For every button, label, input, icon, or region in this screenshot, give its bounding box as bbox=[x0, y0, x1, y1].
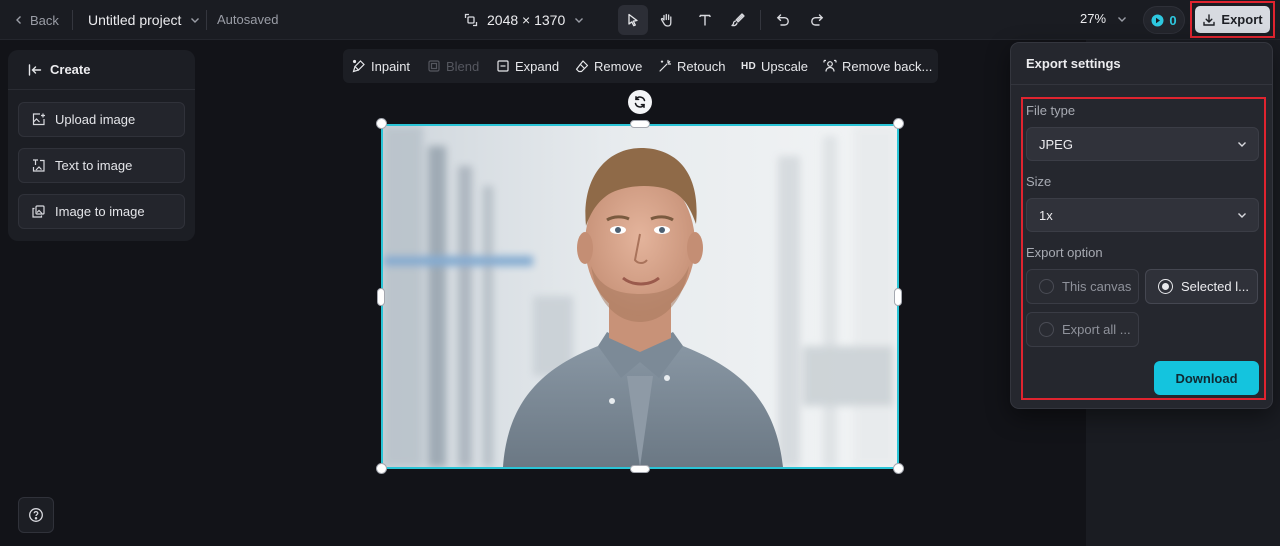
resize-handle-right[interactable] bbox=[894, 288, 902, 306]
chevron-left-icon bbox=[14, 15, 24, 25]
upload-image-icon bbox=[31, 112, 46, 127]
retouch-label: Retouch bbox=[677, 58, 726, 74]
brush-tool-button[interactable] bbox=[723, 5, 753, 35]
remove-background-label: Remove back... bbox=[842, 58, 933, 74]
zoom-dropdown[interactable]: 27% bbox=[1080, 11, 1128, 26]
export-settings-panel: Export settings File type JPEG Size 1x E… bbox=[1010, 42, 1273, 409]
undo-button[interactable] bbox=[768, 5, 798, 35]
redo-icon bbox=[809, 12, 825, 28]
back-button[interactable]: Back bbox=[14, 11, 59, 29]
remove-label: Remove bbox=[594, 58, 643, 74]
hd-icon: HD bbox=[741, 60, 757, 72]
text-to-image-icon bbox=[31, 158, 46, 173]
divider bbox=[206, 10, 207, 30]
image-to-image-label: Image to image bbox=[55, 204, 145, 219]
collapse-left-icon bbox=[28, 63, 42, 76]
select-icon bbox=[625, 12, 641, 28]
rotate-icon bbox=[633, 95, 647, 109]
text-to-image-button[interactable]: Text to image bbox=[18, 148, 185, 183]
inpaint-icon bbox=[352, 59, 366, 73]
help-icon bbox=[28, 507, 44, 523]
help-button[interactable] bbox=[18, 497, 54, 533]
expand-button[interactable]: Expand bbox=[496, 58, 559, 74]
brush-icon bbox=[730, 12, 746, 28]
retouch-button[interactable]: Retouch bbox=[658, 58, 725, 74]
back-label: Back bbox=[30, 12, 59, 28]
upscale-button[interactable]: HD Upscale bbox=[741, 58, 808, 74]
create-panel-title: Create bbox=[50, 62, 91, 77]
upscale-label: Upscale bbox=[761, 58, 809, 74]
resize-icon bbox=[463, 12, 479, 28]
credits-count: 0 bbox=[1169, 12, 1177, 28]
blend-button[interactable]: Blend bbox=[427, 58, 479, 74]
resize-handle-bottom[interactable] bbox=[630, 465, 650, 473]
divider bbox=[760, 10, 761, 30]
image-to-image-icon bbox=[31, 204, 46, 219]
select-tool-button[interactable] bbox=[618, 5, 648, 35]
hand-tool-button[interactable] bbox=[652, 5, 682, 35]
zoom-level: 27% bbox=[1080, 11, 1107, 26]
create-panel: Create Upload image Text to image Image … bbox=[8, 50, 195, 241]
canvas-toolbar: Inpaint Blend Expand Remove Retouch HD U… bbox=[343, 49, 938, 83]
top-bar: Back Untitled project Autosaved 2048 × 1… bbox=[0, 0, 1280, 40]
project-name: Untitled project bbox=[88, 12, 182, 28]
portrait-photo bbox=[383, 126, 897, 467]
hand-icon bbox=[659, 12, 675, 28]
remove-button[interactable]: Remove bbox=[575, 58, 642, 74]
export-settings-highlight bbox=[1021, 97, 1266, 400]
export-highlight: Export bbox=[1190, 1, 1275, 38]
chevron-down-icon bbox=[1116, 13, 1128, 25]
canvas-size: 2048 × 1370 bbox=[487, 12, 566, 28]
download-icon bbox=[1202, 13, 1216, 27]
resize-handle-left[interactable] bbox=[377, 288, 385, 306]
text-icon bbox=[697, 12, 713, 28]
resize-handle-top[interactable] bbox=[630, 120, 650, 128]
upload-image-button[interactable]: Upload image bbox=[18, 102, 185, 137]
export-settings-title: Export settings bbox=[1011, 43, 1272, 85]
rotate-handle[interactable] bbox=[628, 90, 652, 114]
export-label: Export bbox=[1221, 12, 1263, 27]
remove-background-icon bbox=[823, 59, 837, 73]
image-to-image-button[interactable]: Image to image bbox=[18, 194, 185, 229]
expand-label: Expand bbox=[515, 58, 560, 74]
selected-image[interactable] bbox=[381, 124, 899, 469]
create-panel-header[interactable]: Create bbox=[8, 50, 195, 90]
eraser-icon bbox=[575, 59, 589, 73]
divider bbox=[72, 10, 73, 30]
resize-handle-top-left[interactable] bbox=[376, 118, 387, 129]
magic-wand-icon bbox=[658, 59, 672, 73]
inpaint-label: Inpaint bbox=[371, 58, 411, 74]
inpaint-button[interactable]: Inpaint bbox=[352, 58, 410, 74]
undo-icon bbox=[775, 12, 791, 28]
blend-icon bbox=[427, 59, 441, 73]
chevron-down-icon bbox=[189, 14, 201, 26]
autosave-status: Autosaved bbox=[217, 12, 279, 27]
resize-handle-bottom-right[interactable] bbox=[893, 463, 904, 474]
export-button[interactable]: Export bbox=[1195, 6, 1270, 33]
expand-icon bbox=[496, 59, 510, 73]
text-to-image-label: Text to image bbox=[55, 158, 133, 173]
chevron-down-icon bbox=[573, 14, 585, 26]
redo-button[interactable] bbox=[802, 5, 832, 35]
blend-label: Blend bbox=[446, 58, 480, 74]
credit-icon bbox=[1151, 14, 1164, 27]
upload-image-label: Upload image bbox=[55, 112, 136, 127]
resize-handle-top-right[interactable] bbox=[893, 118, 904, 129]
project-name-dropdown[interactable]: Untitled project bbox=[88, 11, 201, 29]
canvas-size-dropdown[interactable]: 2048 × 1370 bbox=[463, 9, 585, 31]
credits-badge[interactable]: 0 bbox=[1143, 6, 1185, 34]
text-tool-button[interactable] bbox=[690, 5, 720, 35]
resize-handle-bottom-left[interactable] bbox=[376, 463, 387, 474]
remove-background-button[interactable]: Remove back... bbox=[823, 58, 932, 74]
